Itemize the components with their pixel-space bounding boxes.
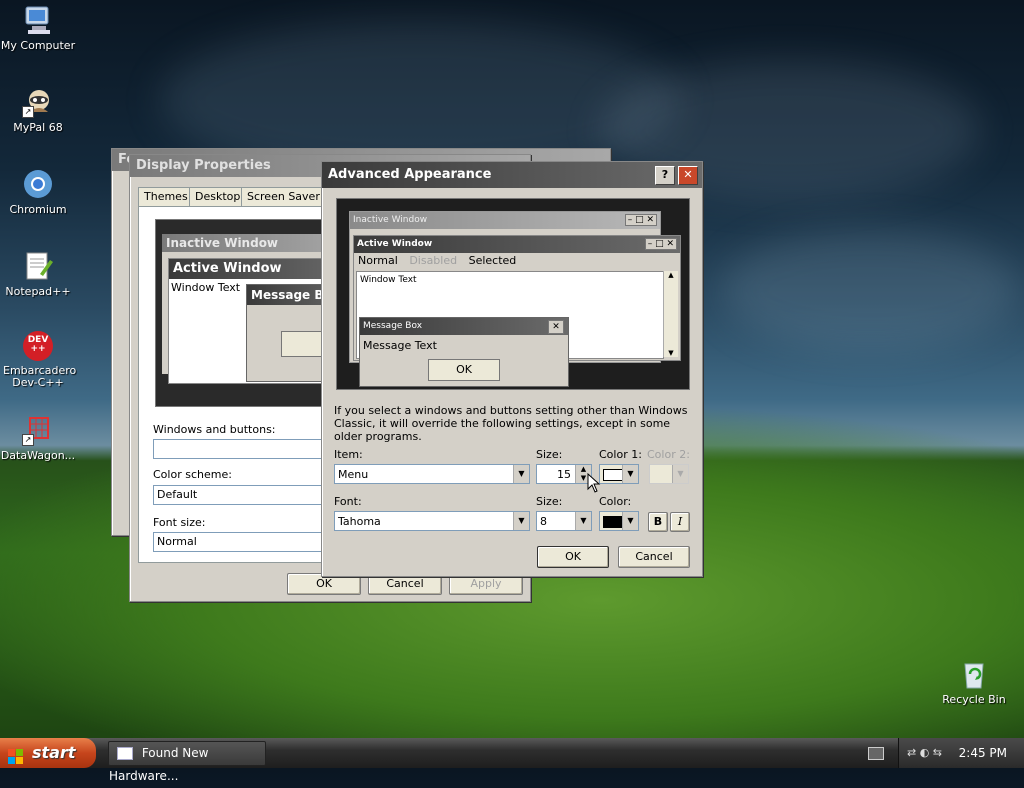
font-select[interactable]: Tahoma ▼ <box>334 511 530 531</box>
help-button[interactable]: ? <box>655 166 675 185</box>
desktop-icon-chromium[interactable]: Chromium <box>0 168 78 216</box>
taskbar-item-found-new-hardware[interactable]: Found New Hardware... <box>108 741 266 783</box>
start-button[interactable]: start <box>0 738 96 768</box>
advanced-appearance-window[interactable]: Advanced Appearance ? ✕ Inactive Window … <box>321 161 703 577</box>
desktop-icon-my-computer[interactable]: My Computer <box>0 4 78 52</box>
chevron-down-icon[interactable]: ▼ <box>672 465 688 483</box>
computer-icon <box>22 4 54 36</box>
chevron-down-icon[interactable]: ▼ <box>513 465 529 483</box>
devcpp-icon: DEV ++ <box>22 330 54 362</box>
preview-scrollbar: ▲ ▼ <box>663 271 678 357</box>
desktop-icon-mypal[interactable]: ↗ MyPal 68 <box>0 86 78 134</box>
window-icon <box>117 747 133 760</box>
recycle-bin-icon <box>958 658 990 690</box>
tab-themes[interactable]: Themes <box>138 187 194 206</box>
keyboard-icon[interactable] <box>868 747 884 760</box>
preview-window-controls: – □ ✕ <box>624 214 657 226</box>
raccoon-icon: ↗ <box>22 86 54 118</box>
chevron-down-icon[interactable]: ▼ <box>513 512 529 530</box>
font-size-select[interactable]: 8 ▼ <box>536 511 592 531</box>
preview-message-box: Message Box ✕ Message Text OK <box>359 317 569 387</box>
desktop-icon-datawagon[interactable]: ↗ DataWagon... <box>0 414 78 462</box>
preview-ok-button <box>281 331 323 357</box>
item-select[interactable]: Menu ▼ <box>334 464 530 484</box>
devcpp-badge: DEV ++ <box>27 335 49 354</box>
datawagon-icon: ↗ <box>22 414 54 446</box>
windows-logo-icon <box>8 745 24 764</box>
advanced-ok-button[interactable]: OK <box>537 546 609 568</box>
appearance-preview: Inactive Window – □ ✕ Active Window – □ … <box>336 198 690 390</box>
chevron-down-icon[interactable]: ▼ <box>622 465 638 483</box>
shortcut-arrow-icon: ↗ <box>22 434 34 446</box>
tray-icons[interactable]: ⇄ ◐ ⇆ <box>907 738 942 768</box>
system-tray: ⇄ ◐ ⇆ 2:45 PM <box>898 738 1024 768</box>
tab-desktop[interactable]: Desktop <box>189 187 247 206</box>
chevron-down-icon[interactable]: ▼ <box>622 512 638 530</box>
close-icon: ✕ <box>683 168 693 181</box>
font-color-picker[interactable]: ▼ <box>599 511 639 531</box>
shortcut-arrow-icon: ↗ <box>22 106 34 118</box>
mouse-cursor-icon <box>587 472 601 496</box>
taskbar: start Found New Hardware... ⇄ ◐ ⇆ 2:45 P… <box>0 738 1024 783</box>
size-stepper[interactable]: 15 ▲ ▼ <box>536 464 592 484</box>
advanced-cancel-button[interactable]: Cancel <box>618 546 690 568</box>
preview-window-controls: – □ ✕ <box>644 238 677 250</box>
preview-message-close-icon: ✕ <box>548 320 564 334</box>
clock[interactable]: 2:45 PM <box>959 738 1007 768</box>
color2-picker[interactable]: ▼ <box>649 464 689 484</box>
desktop-icon-devcpp[interactable]: DEV ++ Embarcadero Dev-C++ <box>0 330 78 389</box>
info-text: If you select a windows and buttons sett… <box>334 404 688 443</box>
color1-picker[interactable]: ▼ <box>599 464 639 484</box>
preview-message-ok: OK <box>428 359 500 381</box>
advanced-appearance-titlebar[interactable]: Advanced Appearance <box>322 162 702 188</box>
notepadpp-icon <box>22 250 54 282</box>
desktop-icon-recycle-bin[interactable]: Recycle Bin <box>934 658 1014 706</box>
bold-button[interactable]: B <box>648 512 668 532</box>
chromium-icon <box>22 168 54 200</box>
tab-screen-saver[interactable]: Screen Saver <box>241 187 326 206</box>
desktop-icon-notepadpp[interactable]: Notepad++ <box>0 250 78 298</box>
italic-button[interactable]: I <box>670 512 690 532</box>
chevron-down-icon[interactable]: ▼ <box>575 512 591 530</box>
close-button[interactable]: ✕ <box>678 166 698 185</box>
